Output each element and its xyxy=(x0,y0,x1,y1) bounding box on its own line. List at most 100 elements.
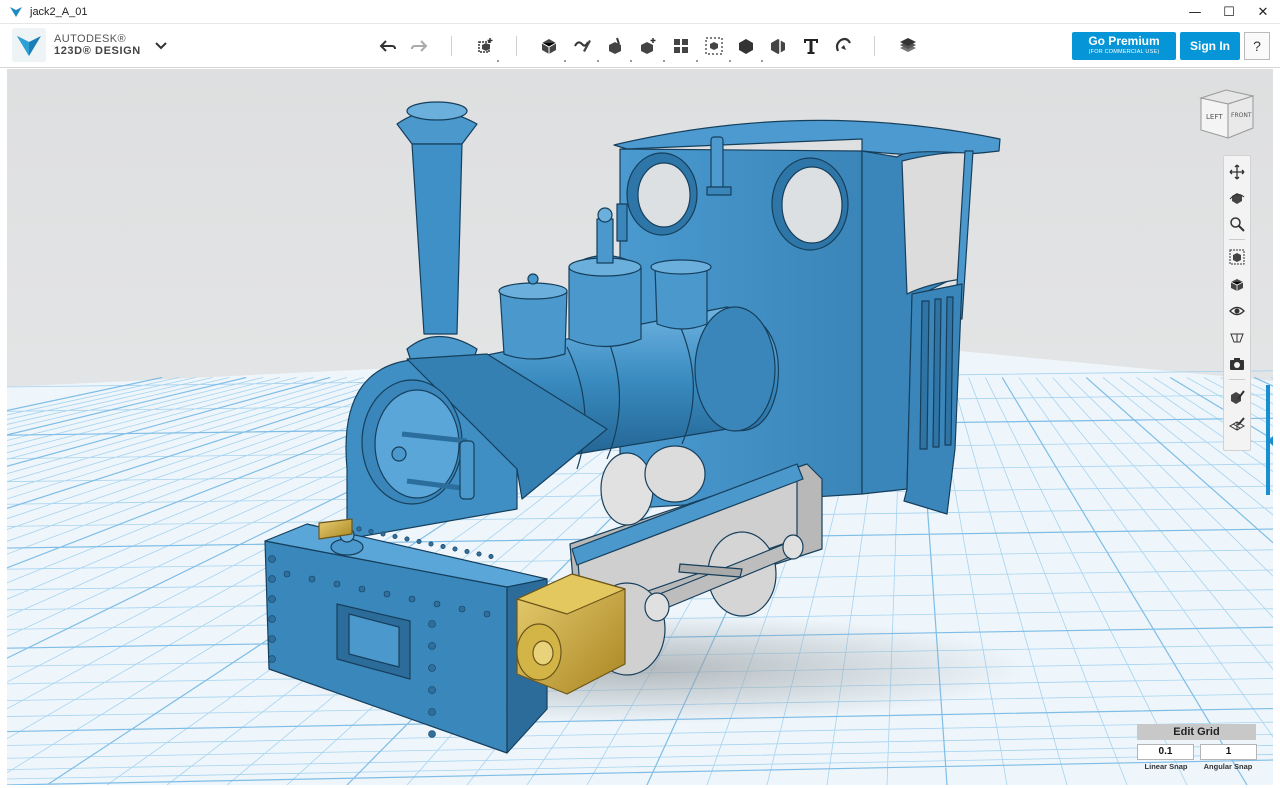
edit-grid-button[interactable]: Edit Grid xyxy=(1137,724,1256,740)
zoom-button[interactable] xyxy=(1227,214,1247,234)
window-title: jack2_A_01 xyxy=(30,5,88,18)
camera-icon xyxy=(1230,358,1244,370)
pattern-button[interactable] xyxy=(669,34,693,58)
linear-snap-field[interactable]: 0.1 xyxy=(1137,744,1194,760)
rivet xyxy=(268,575,276,583)
go-premium-button[interactable]: Go Premium (FOR COMMERCIAL USE) xyxy=(1072,32,1176,60)
text-icon xyxy=(804,39,818,54)
modify-button[interactable] xyxy=(636,34,660,58)
primitives-button[interactable] xyxy=(537,34,561,58)
toolbar-separator xyxy=(451,36,452,56)
viewcube-left-label: LEFT xyxy=(1206,113,1223,121)
sketch-button[interactable] xyxy=(570,34,594,58)
rivet xyxy=(404,536,410,542)
rivet xyxy=(268,595,276,603)
dropdown-dot xyxy=(761,60,763,62)
3d-viewport[interactable]: LEFT FRONT Edit Grid 0.1 1 Linear Snap A… xyxy=(7,69,1273,785)
zoom-icon xyxy=(1230,217,1245,232)
grid-toggle-icon xyxy=(1229,417,1245,431)
pan-button[interactable] xyxy=(1227,162,1247,182)
rivet xyxy=(392,533,398,539)
minimize-button[interactable]: — xyxy=(1178,0,1212,24)
rivet xyxy=(428,620,436,628)
combine-button[interactable] xyxy=(734,34,758,58)
sign-in-button[interactable]: Sign In xyxy=(1180,32,1240,60)
rivet xyxy=(416,538,422,544)
rivet xyxy=(268,555,276,563)
toolbar-separator xyxy=(516,36,517,56)
sketch-toggle-button[interactable] xyxy=(1227,387,1247,407)
help-button[interactable]: ? xyxy=(1244,32,1270,60)
measure-button[interactable] xyxy=(766,34,790,58)
dropdown-dot xyxy=(696,60,698,62)
snap-icon xyxy=(835,37,851,52)
rivet xyxy=(268,635,276,643)
chevron-down-icon[interactable] xyxy=(152,38,170,52)
grid-toggle-button[interactable] xyxy=(1227,414,1247,434)
sketch-icon xyxy=(574,40,591,52)
angular-snap-field[interactable]: 1 xyxy=(1200,744,1257,760)
materials-outline-button[interactable] xyxy=(1227,327,1247,347)
text-button[interactable] xyxy=(799,34,823,58)
rivet xyxy=(476,551,482,557)
close-button[interactable]: ✕ xyxy=(1246,0,1280,24)
rivet xyxy=(356,526,362,532)
rivet xyxy=(428,686,436,694)
rivet xyxy=(268,655,276,663)
rivet xyxy=(283,570,291,578)
redo-button[interactable] xyxy=(407,34,431,58)
window-frame-left xyxy=(0,69,7,788)
rivet xyxy=(268,615,276,623)
dropdown-dot xyxy=(497,60,499,62)
linear-snap-label: Linear Snap xyxy=(1144,762,1188,771)
dropdown-dot xyxy=(597,60,599,62)
maximize-button[interactable]: ☐ xyxy=(1212,0,1246,24)
logo-line-2: 123D® DESIGN xyxy=(54,45,141,57)
view-button[interactable] xyxy=(1227,274,1247,294)
dropdown-dot xyxy=(564,60,566,62)
rivet xyxy=(483,610,491,618)
materials-outline-icon xyxy=(1230,333,1244,343)
viewcube-front-label: FRONT xyxy=(1231,112,1252,119)
construct-button[interactable] xyxy=(603,34,627,58)
edit-grid-panel: Edit Grid 0.1 1 Linear Snap Angular Snap xyxy=(1137,724,1257,776)
transform-icon xyxy=(478,38,493,53)
rivet xyxy=(408,595,416,603)
rivet xyxy=(428,730,436,738)
combine-icon xyxy=(739,39,753,54)
rivet xyxy=(428,541,434,547)
title-bar: jack2_A_01 — ☐ ✕ xyxy=(0,0,1280,24)
rivet xyxy=(383,590,391,598)
view-cube[interactable]: LEFT FRONT xyxy=(1198,86,1256,140)
nav-separator xyxy=(1229,239,1245,240)
visibility-button[interactable] xyxy=(1227,301,1247,321)
material-button[interactable] xyxy=(896,34,920,58)
fit-icon xyxy=(1229,249,1245,265)
fit-button[interactable] xyxy=(1227,247,1247,267)
undo-button[interactable] xyxy=(376,34,400,58)
app-menu-logo[interactable]: AUTODESK® 123D® DESIGN xyxy=(12,28,141,62)
group-button[interactable] xyxy=(702,34,726,58)
app-icon xyxy=(10,6,22,17)
window-frame-right xyxy=(1273,69,1280,788)
transform-button[interactable] xyxy=(473,34,497,58)
orbit-icon xyxy=(1229,193,1245,204)
nav-separator xyxy=(1229,379,1245,380)
primitives-icon xyxy=(541,39,557,54)
rivet xyxy=(428,642,436,650)
dropdown-dot xyxy=(663,60,665,62)
undo-icon xyxy=(379,40,396,52)
camera-button[interactable] xyxy=(1227,354,1247,374)
toolbar-separator xyxy=(874,36,875,56)
view-icon xyxy=(1230,279,1244,291)
rivet xyxy=(428,664,436,672)
rivet xyxy=(308,575,316,583)
go-premium-label: Go Premium xyxy=(1088,34,1160,48)
sketch-toggle-icon xyxy=(1231,390,1245,404)
redo-icon xyxy=(411,40,428,52)
side-panel-arrow-icon xyxy=(1268,436,1273,446)
rivet xyxy=(368,528,374,534)
snap-button[interactable] xyxy=(831,34,855,58)
orbit-button[interactable] xyxy=(1227,188,1247,208)
pan-icon xyxy=(1229,164,1245,180)
